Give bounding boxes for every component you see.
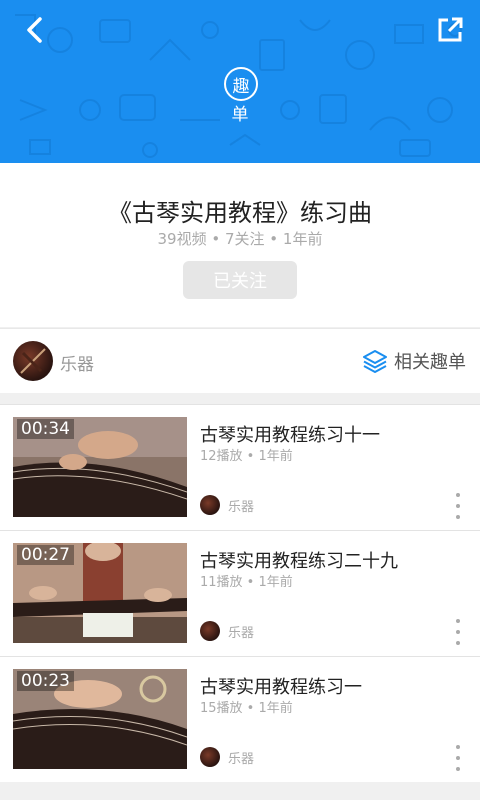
owner-row: 乐器 相关趣单 (0, 328, 480, 393)
more-options-button[interactable] (452, 493, 464, 519)
collection-info: 《古琴实用教程》练习曲 39视频 • 7关注 • 1年前 已关注 (0, 163, 480, 327)
video-item[interactable]: 00:27 古琴实用教程练习二十九 11播放 • 1年前 乐器 (0, 530, 480, 656)
video-meta: 11播放 • 1年前 (200, 575, 293, 590)
external-link-icon (438, 17, 463, 42)
dot (456, 630, 460, 634)
video-duration: 00:34 (17, 419, 74, 439)
collection-title: 《古琴实用教程》练习曲 (108, 199, 372, 227)
share-button[interactable] (434, 14, 466, 46)
follow-button[interactable]: 已关注 (183, 261, 297, 299)
back-button[interactable] (18, 14, 50, 46)
video-item[interactable]: 00:23 古琴实用教程练习一 15播放 • 1年前 乐器 (0, 656, 480, 782)
video-title[interactable]: 古琴实用教程练习十一 (200, 421, 380, 447)
dot (456, 515, 460, 519)
dot (456, 767, 460, 771)
dot (456, 504, 460, 508)
video-list: 00:34 古琴实用教程练习十一 12播放 • 1年前 乐器 00:27 古琴实… (0, 404, 480, 782)
video-title[interactable]: 古琴实用教程练习二十九 (200, 547, 398, 573)
owner-avatar-small (200, 621, 220, 641)
dot (456, 641, 460, 645)
video-meta: 12播放 • 1年前 (200, 449, 293, 464)
layers-icon (363, 350, 387, 373)
dot (456, 756, 460, 760)
more-vertical-icon (456, 493, 460, 497)
video-meta: 15播放 • 1年前 (200, 701, 293, 716)
violin-image (20, 348, 46, 374)
more-vertical-icon (456, 619, 460, 623)
video-duration: 00:23 (17, 671, 74, 691)
more-vertical-icon (456, 745, 460, 749)
chevron-left-icon (27, 17, 42, 43)
more-options-button[interactable] (452, 745, 464, 771)
related-collections-label: 相关趣单 (394, 352, 466, 373)
video-title[interactable]: 古琴实用教程练习一 (200, 673, 362, 699)
header-banner: 趣 单 (0, 0, 480, 163)
video-owner[interactable]: 乐器 (200, 621, 254, 641)
video-thumbnail[interactable]: 00:34 (13, 417, 187, 517)
video-owner-name: 乐器 (228, 751, 255, 767)
video-item[interactable]: 00:34 古琴实用教程练习十一 12播放 • 1年前 乐器 (0, 404, 480, 530)
app-logo-badge: 趣 (224, 67, 258, 101)
video-thumbnail[interactable]: 00:23 (13, 669, 187, 769)
video-thumbnail[interactable]: 00:27 (13, 543, 187, 643)
owner-avatar-small (200, 495, 220, 515)
video-owner-name: 乐器 (228, 625, 255, 641)
video-owner[interactable]: 乐器 (200, 747, 254, 767)
logo-label: 单 (231, 105, 249, 125)
video-owner-name: 乐器 (228, 499, 255, 515)
related-collections-button[interactable]: 相关趣单 (362, 348, 466, 374)
logo-char: 趣 (232, 76, 250, 97)
owner-avatar-small (200, 747, 220, 767)
video-duration: 00:27 (17, 545, 74, 565)
video-owner[interactable]: 乐器 (200, 495, 254, 515)
collection-meta: 39视频 • 7关注 • 1年前 (157, 230, 323, 248)
owner-name[interactable]: 乐器 (60, 350, 94, 375)
owner-avatar[interactable] (13, 341, 53, 381)
more-options-button[interactable] (452, 619, 464, 645)
